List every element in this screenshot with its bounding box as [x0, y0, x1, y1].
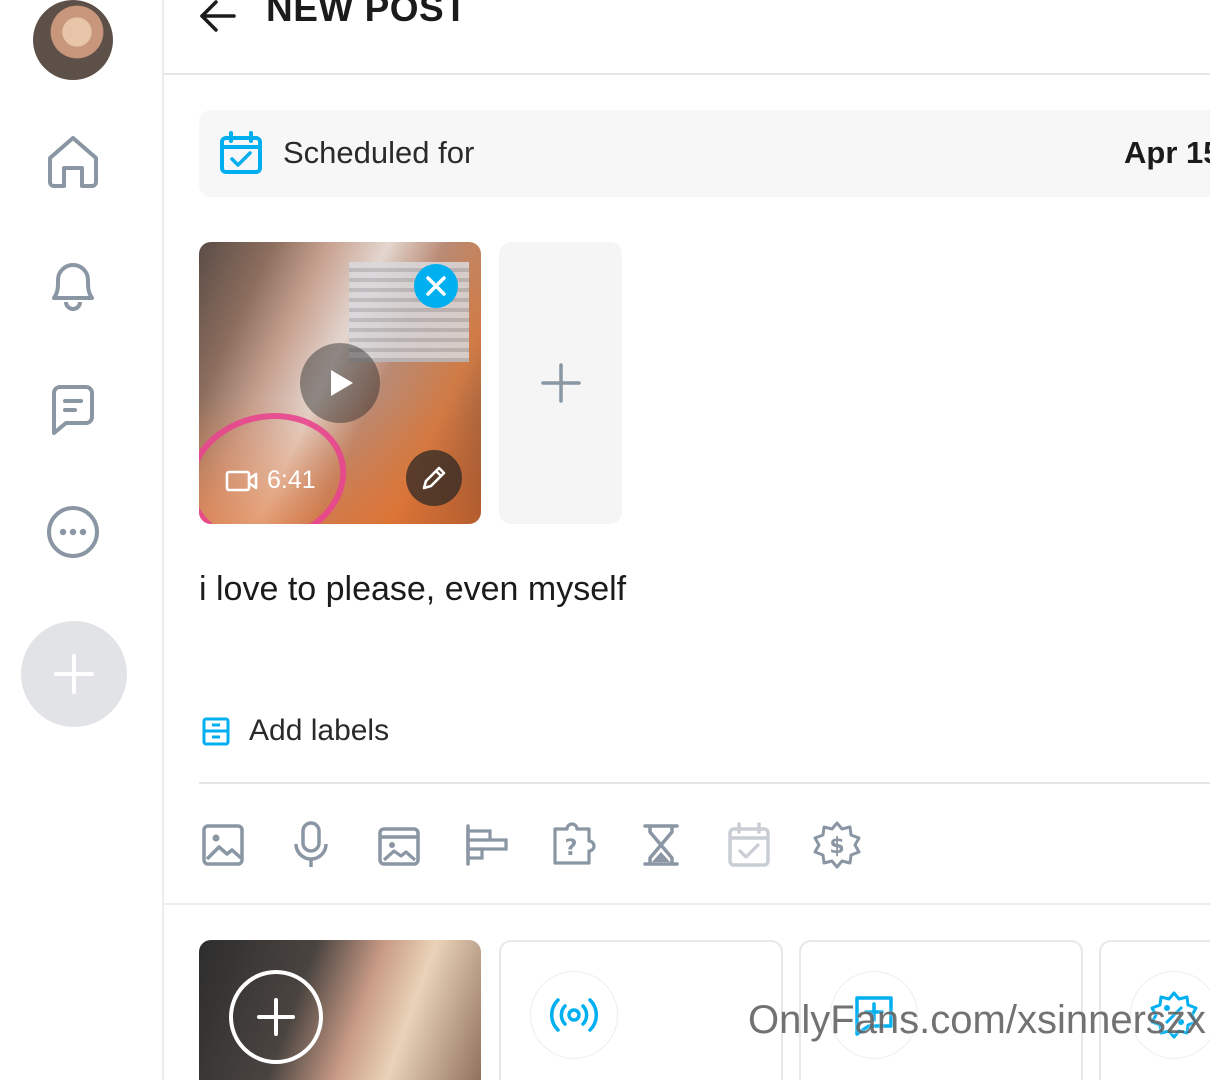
add-labels-text: Add labels: [249, 714, 390, 747]
avatar[interactable]: [33, 0, 113, 80]
schedule-date[interactable]: Apr 15: [1124, 135, 1210, 171]
home-icon[interactable]: [40, 128, 106, 194]
image-icon[interactable]: [193, 815, 253, 875]
schedule-bar[interactable]: Scheduled for Apr 15: [199, 110, 1210, 197]
pencil-icon: [422, 466, 446, 490]
add-story-icon: [229, 970, 323, 1064]
calendar-icon[interactable]: [719, 815, 779, 875]
play-icon: [331, 370, 353, 396]
header: NEW POST: [164, 0, 1210, 75]
post-caption[interactable]: i love to please, even myself: [199, 570, 626, 609]
watermark: OnlyFans.com/xsinnerszx: [748, 998, 1206, 1042]
schedule-label: Scheduled for: [283, 135, 475, 170]
label-icon: [202, 717, 230, 746]
calendar-check-icon: [218, 130, 264, 181]
plus-icon: [54, 654, 94, 694]
live-stream-icon: [531, 972, 617, 1058]
more-icon[interactable]: [40, 499, 106, 565]
add-media-button[interactable]: [499, 242, 622, 524]
live-stream-card[interactable]: [499, 940, 783, 1080]
sidebar: [0, 0, 164, 1080]
add-labels-button[interactable]: Add labels: [201, 714, 389, 748]
main-content: NEW POST Scheduled for Apr 15 6:41 i lov…: [164, 0, 1210, 1080]
media-thumbnail[interactable]: 6:41: [199, 242, 481, 524]
close-icon: [426, 276, 446, 296]
hourglass-icon[interactable]: [631, 815, 691, 875]
microphone-icon[interactable]: [281, 815, 341, 875]
back-arrow-icon[interactable]: [198, 0, 238, 36]
add-story-card[interactable]: [199, 940, 481, 1080]
divider: [199, 782, 1210, 784]
poll-icon[interactable]: [457, 815, 517, 875]
svg-text:$: $: [829, 834, 844, 859]
divider: [164, 903, 1210, 905]
remove-media-button[interactable]: [414, 264, 458, 308]
quiz-icon[interactable]: ?: [545, 815, 605, 875]
play-button[interactable]: [300, 343, 380, 423]
edit-media-button[interactable]: [406, 450, 462, 506]
vault-icon[interactable]: [369, 815, 429, 875]
price-tag-icon[interactable]: $: [807, 815, 867, 875]
new-post-button[interactable]: [21, 621, 127, 727]
plus-icon: [540, 363, 581, 403]
messages-icon[interactable]: [40, 377, 106, 443]
svg-text:?: ?: [565, 836, 578, 861]
page-title: NEW POST: [266, 0, 468, 29]
bell-icon[interactable]: [40, 252, 106, 318]
